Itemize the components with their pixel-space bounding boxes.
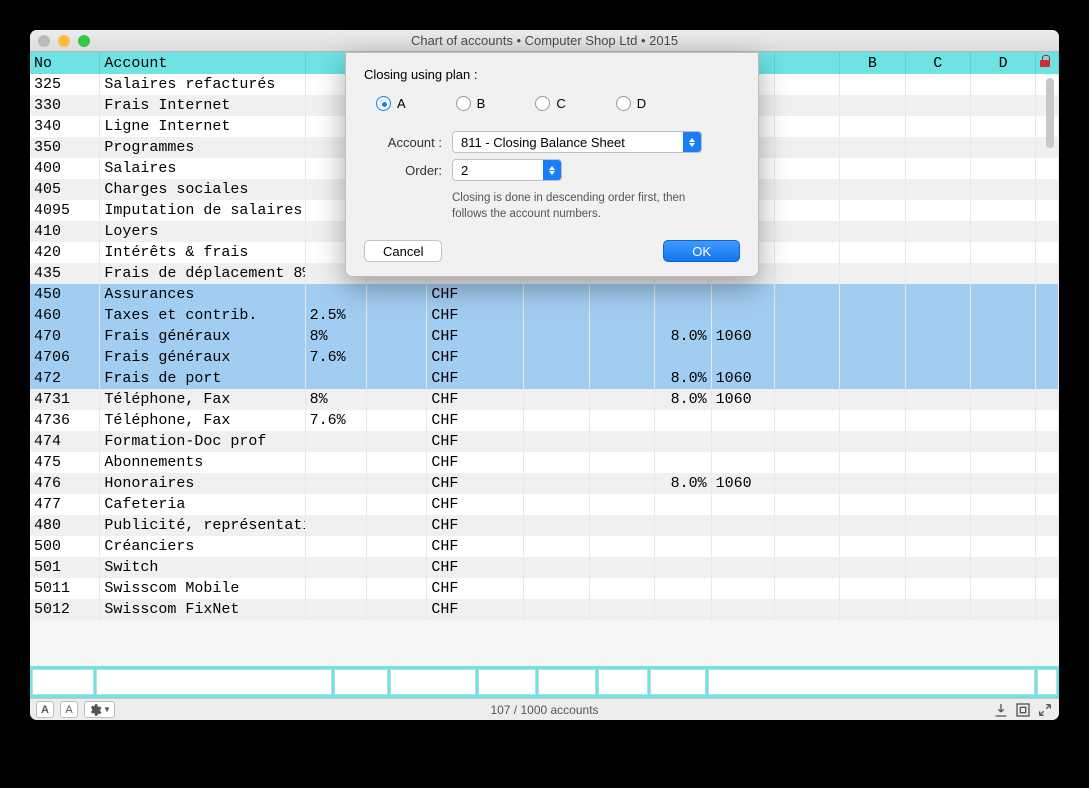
table-row[interactable]: 4731Téléphone, Fax8%CHF8.0%1060 [30, 389, 1059, 410]
titlebar: Chart of accounts • Computer Shop Ltd • … [30, 30, 1059, 52]
plan-radio-c[interactable]: C [535, 96, 565, 111]
entry-no[interactable] [32, 669, 94, 695]
col-d[interactable]: D [970, 52, 1035, 74]
account-select-value: 811 - Closing Balance Sheet [461, 135, 625, 150]
plan-radio-group: A B C D [364, 92, 740, 125]
zoom-window-button[interactable] [78, 35, 90, 47]
chevron-updown-icon [543, 160, 561, 180]
ok-button[interactable]: OK [663, 240, 740, 262]
entry-c8[interactable] [650, 669, 706, 695]
table-row[interactable]: 501SwitchCHF [30, 557, 1059, 578]
dialog-hint: Closing is done in descending order firs… [452, 191, 712, 222]
col-account[interactable]: Account [100, 52, 305, 74]
fit-view-icon[interactable] [1013, 701, 1033, 719]
format-plain-button[interactable]: A [60, 701, 78, 718]
order-select[interactable]: 2 [452, 159, 562, 181]
plan-radio-a-label: A [397, 96, 406, 111]
minimize-window-button[interactable] [58, 35, 70, 47]
order-label: Order: [372, 163, 442, 178]
table-row[interactable]: 4736Téléphone, Fax7.6%CHF [30, 410, 1059, 431]
window-controls [38, 35, 90, 47]
account-label: Account : [372, 135, 442, 150]
gear-icon [88, 703, 102, 717]
settings-gear-button[interactable]: ▼ [84, 701, 115, 718]
table-row[interactable]: 500CréanciersCHF [30, 536, 1059, 557]
entry-c5[interactable] [478, 669, 536, 695]
vertical-scrollbar[interactable] [1043, 76, 1057, 666]
table-row[interactable]: 476HonorairesCHF8.0%1060 [30, 473, 1059, 494]
app-window: Chart of accounts • Computer Shop Ltd • … [30, 30, 1059, 720]
plan-radio-b-label: B [477, 96, 486, 111]
table-row[interactable]: 480Publicité, représentationCHF [30, 515, 1059, 536]
cancel-button[interactable]: Cancel [364, 240, 442, 262]
table-row[interactable]: 5012Swisscom FixNetCHF [30, 599, 1059, 620]
entry-c6[interactable] [538, 669, 596, 695]
col-no[interactable]: No [30, 52, 100, 74]
status-text: 107 / 1000 accounts [30, 703, 1059, 717]
table-row[interactable]: 477CafeteriaCHF [30, 494, 1059, 515]
table-row[interactable]: 475AbonnementsCHF [30, 452, 1059, 473]
window-title: Chart of accounts • Computer Shop Ltd • … [30, 33, 1059, 48]
plan-radio-c-label: C [556, 96, 565, 111]
entry-c7[interactable] [598, 669, 648, 695]
entry-c10[interactable] [1037, 669, 1057, 695]
table-row[interactable]: 470Frais généraux8%CHF8.0%1060 [30, 326, 1059, 347]
entry-c3[interactable] [334, 669, 388, 695]
col-c[interactable]: C [905, 52, 970, 74]
lock-icon [1040, 55, 1050, 67]
closing-plan-dialog: Closing using plan : A B C D Account : 8… [345, 52, 759, 277]
entry-account[interactable] [96, 669, 332, 695]
expand-icon[interactable] [1035, 701, 1055, 719]
close-window-button[interactable] [38, 35, 50, 47]
plan-radio-d-label: D [637, 96, 646, 111]
order-select-value: 2 [461, 163, 468, 178]
dialog-heading: Closing using plan : [364, 67, 740, 82]
col-lock[interactable] [1036, 52, 1059, 74]
format-bold-button[interactable]: A [36, 701, 54, 718]
table-row[interactable]: 450AssurancesCHF [30, 284, 1059, 305]
scroll-thumb[interactable] [1046, 78, 1054, 148]
plan-radio-a[interactable]: A [376, 96, 406, 111]
col-a[interactable] [774, 52, 839, 74]
table-row[interactable]: 5011Swisscom MobileCHF [30, 578, 1059, 599]
table-row[interactable]: 460Taxes et contrib.2.5%CHF [30, 305, 1059, 326]
download-icon[interactable] [991, 701, 1011, 719]
table-row[interactable]: 4706Frais généraux7.6%CHF [30, 347, 1059, 368]
table-row[interactable]: 472Frais de portCHF8.0%1060 [30, 368, 1059, 389]
col-b[interactable]: B [840, 52, 905, 74]
table-row[interactable]: 474Formation-Doc profCHF [30, 431, 1059, 452]
entry-row [30, 666, 1059, 698]
entry-c4[interactable] [390, 669, 476, 695]
account-select[interactable]: 811 - Closing Balance Sheet [452, 131, 702, 153]
plan-radio-b[interactable]: B [456, 96, 486, 111]
chevron-updown-icon [683, 132, 701, 152]
plan-radio-d[interactable]: D [616, 96, 646, 111]
status-bar: A A ▼ 107 / 1000 accounts [30, 698, 1059, 720]
entry-c9[interactable] [708, 669, 1035, 695]
